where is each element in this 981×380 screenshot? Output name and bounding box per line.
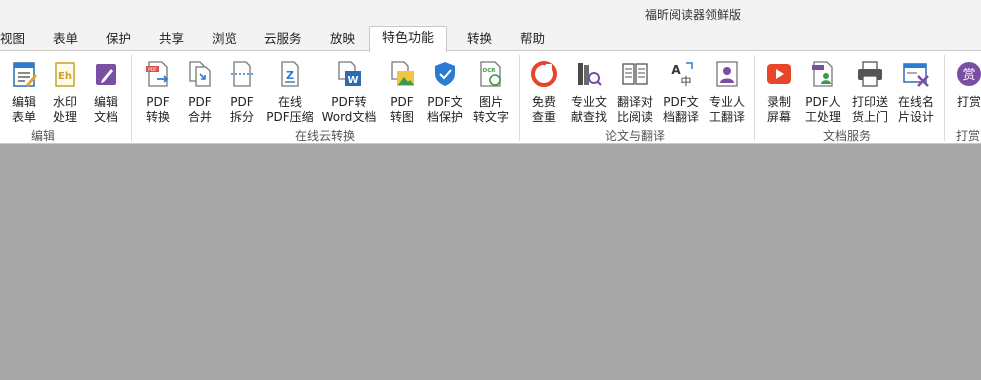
edit-document-icon	[96, 64, 116, 85]
screen-record-icon	[767, 64, 791, 84]
translate-icon: A 中	[671, 62, 693, 88]
human-translate-icon	[716, 61, 738, 87]
pdf-compress-label: 在线 PDF压缩	[266, 95, 314, 124]
human-translate-button[interactable]: 专业人 工翻译	[703, 57, 751, 127]
edit-form-icon	[13, 62, 37, 87]
tab-cloud-service[interactable]: 云服务	[264, 27, 302, 51]
manual-processing-icon	[812, 61, 833, 87]
document-area[interactable]	[0, 145, 981, 380]
literature-search-icon	[578, 63, 602, 86]
pdf-split-icon	[231, 61, 253, 87]
pdf-compress-icon: Z	[281, 61, 299, 87]
tab-protect[interactable]: 保护	[106, 27, 131, 51]
pdf-to-word-icon: W	[338, 61, 361, 86]
business-card-button[interactable]: 在线名 片设计	[892, 57, 940, 127]
group-label-document-service: 文档服务	[823, 129, 872, 143]
title-bar: 福昕阅读器领鲜版	[0, 0, 981, 27]
human-translate-label: 专业人 工翻译	[708, 95, 745, 124]
tab-browse[interactable]: 浏览	[212, 27, 237, 51]
pdf-convert-icon: PDF	[146, 61, 169, 87]
compare-translate-icon	[622, 63, 648, 85]
ribbon-panel: 编辑 表单 Eh 水印 处理 编辑 文档 编辑 PDF PDF 转换 PDF 合…	[0, 50, 981, 144]
tab-convert[interactable]: 转换	[467, 27, 492, 51]
shield-icon	[435, 62, 455, 86]
pdf-to-image-icon	[391, 61, 414, 86]
plagiarism-check-icon	[531, 61, 557, 87]
business-card-icon	[903, 63, 929, 87]
tab-view[interactable]: 视图	[0, 27, 25, 51]
svg-text:W: W	[347, 75, 358, 86]
reward-label: 打赏	[956, 95, 981, 109]
ocr-label: 图片 转文字	[472, 95, 509, 124]
tab-form[interactable]: 表单	[53, 27, 78, 51]
app-title: 福昕阅读器领鲜版	[645, 8, 742, 22]
group-label-cloud-convert: 在线云转换	[295, 129, 356, 143]
ocr-button[interactable]: OCR 图片 转文字	[467, 57, 515, 127]
business-card-label: 在线名 片设计	[897, 95, 934, 124]
group-label-edit: 编辑	[31, 129, 56, 143]
tab-special-features[interactable]: 特色功能	[369, 26, 448, 52]
pdf-compress-button[interactable]: Z 在线 PDF压缩	[266, 57, 314, 127]
group-label-paper-translate: 论文与翻译	[605, 129, 666, 143]
tab-share[interactable]: 共享	[159, 27, 184, 51]
svg-text:Eh: Eh	[58, 71, 72, 82]
svg-text:OCR: OCR	[483, 68, 497, 74]
reward-icon: 赏	[957, 62, 981, 86]
edit-document-label: 编辑 文档	[93, 95, 118, 124]
printer-icon	[858, 61, 882, 87]
svg-text:PDF: PDF	[148, 67, 157, 73]
group-label-reward: 打赏	[956, 129, 981, 143]
ribbon-tab-bar: 视图 表单 保护 共享 浏览 云服务 放映 特色功能 转换 帮助	[0, 26, 981, 52]
reward-button[interactable]: 赏 打赏	[945, 57, 981, 127]
svg-text:中: 中	[681, 75, 692, 88]
tab-slideshow[interactable]: 放映	[330, 27, 355, 51]
tab-help[interactable]: 帮助	[520, 27, 545, 51]
ocr-icon: OCR	[480, 61, 501, 87]
svg-text:赏: 赏	[962, 68, 975, 83]
pdf-merge-icon	[189, 61, 211, 87]
pdf-to-word-button[interactable]: W PDF转 Word文档	[322, 57, 376, 127]
pdf-to-word-label: PDF转 Word文档	[321, 95, 377, 124]
watermark-icon: Eh	[55, 62, 75, 87]
edit-document-button[interactable]: 编辑 文档	[82, 57, 130, 127]
svg-text:Z: Z	[286, 69, 294, 82]
pdf-split-button[interactable]: PDF 拆分	[218, 57, 266, 127]
